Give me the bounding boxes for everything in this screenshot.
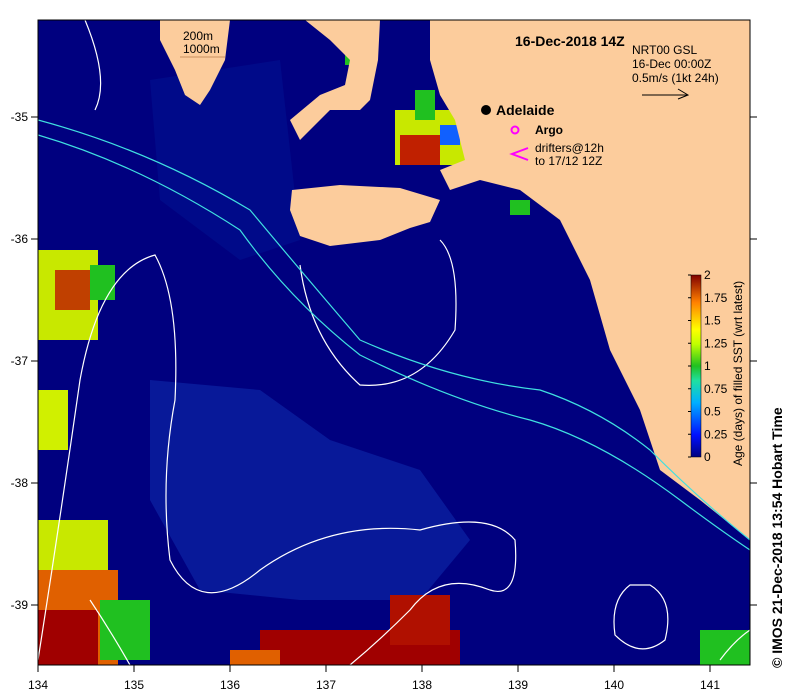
colorbar-tick-label: 0.25 (704, 427, 728, 441)
adelaide-marker (481, 105, 491, 115)
sst-age-map: 16-Dec-2018 14Z NRT00 GSL 16-Dec 00:00Z … (0, 0, 791, 700)
colorbar (690, 274, 702, 458)
colorbar-tick-label: 1.25 (704, 336, 728, 350)
x-tick-label: 134 (28, 678, 48, 692)
x-tick-label: 141 (700, 678, 720, 692)
product-label: NRT00 GSL (632, 43, 697, 57)
colorbar-tick-label: 0.5 (704, 405, 721, 419)
colorbar-tick-label: 1.75 (704, 291, 728, 305)
colorbar-tick-label: 0 (704, 450, 711, 464)
colorbar-tick-label: 1 (704, 359, 711, 373)
x-tick-label: 136 (220, 678, 240, 692)
y-tick-label: -35 (11, 110, 29, 124)
current-time-label: 16-Dec 00:00Z (632, 57, 711, 71)
map-title: 16-Dec-2018 14Z (515, 33, 625, 49)
arrow-scale-label: 0.5m/s (1kt 24h) (632, 71, 719, 85)
colorbar-tick-label: 2 (704, 268, 711, 282)
colorbar-tick-label: 0.75 (704, 382, 728, 396)
x-tick-label: 138 (412, 678, 432, 692)
city-label: Adelaide (496, 102, 555, 118)
drifters-label-2: to 17/12 12Z (535, 154, 602, 168)
y-tick-label: -38 (11, 476, 29, 490)
y-tick-label: -39 (11, 598, 29, 612)
depth-legend-200: 200m (183, 29, 213, 43)
map-svg: 16-Dec-2018 14Z NRT00 GSL 16-Dec 00:00Z … (11, 19, 785, 692)
x-tick-label: 135 (124, 678, 144, 692)
y-tick-label: -37 (11, 354, 29, 368)
y-tick-label: -36 (11, 232, 29, 246)
x-tick-label: 139 (508, 678, 528, 692)
colorbar-tick-label: 1.5 (704, 314, 721, 328)
argo-label: Argo (535, 123, 563, 137)
x-axis: 134 135 136 137 138 139 140 141 (28, 665, 720, 692)
drifters-label: drifters@12h (535, 141, 604, 155)
x-tick-label: 137 (316, 678, 336, 692)
depth-legend-1000: 1000m (183, 42, 220, 56)
x-tick-label: 140 (604, 678, 624, 692)
credit-label: © IMOS 21-Dec-2018 13:54 Hobart Time (769, 407, 785, 668)
colorbar-label: Age (days) of filled SST (wrt latest) (731, 281, 745, 466)
